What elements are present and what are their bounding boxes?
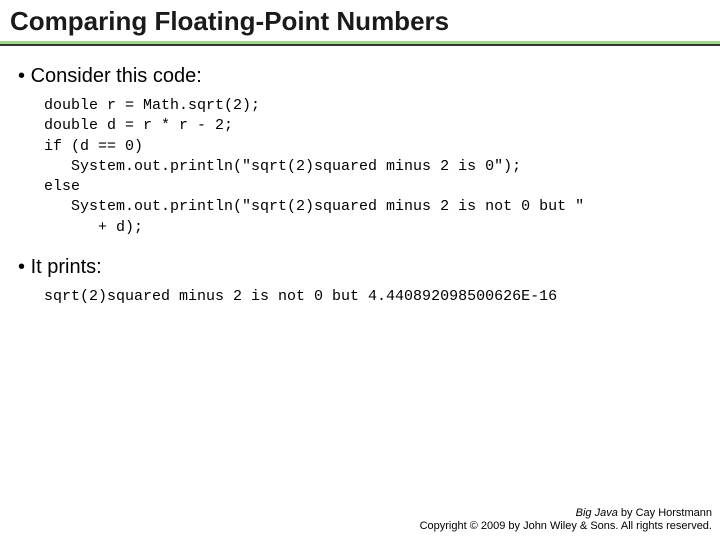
footer-copyright: Copyright © 2009 by John Wiley & Sons. A… xyxy=(420,520,712,534)
bullet-prints: It prints: xyxy=(18,256,702,279)
footer-author: by Cay Horstmann xyxy=(618,507,712,519)
code-block-1: double r = Math.sqrt(2); double d = r * … xyxy=(44,96,702,238)
bullet-consider: Consider this code: xyxy=(18,65,702,88)
footer-line-1: Big Java by Cay Horstmann xyxy=(420,507,712,521)
slide-footer: Big Java by Cay Horstmann Copyright © 20… xyxy=(420,507,712,535)
title-underline xyxy=(0,41,720,47)
footer-book: Big Java xyxy=(576,507,618,519)
slide-content: Consider this code: double r = Math.sqrt… xyxy=(0,65,720,307)
slide-title: Comparing Floating-Point Numbers xyxy=(10,6,710,37)
title-bar: Comparing Floating-Point Numbers xyxy=(0,0,720,41)
code-output: sqrt(2)squared minus 2 is not 0 but 4.44… xyxy=(44,287,702,307)
